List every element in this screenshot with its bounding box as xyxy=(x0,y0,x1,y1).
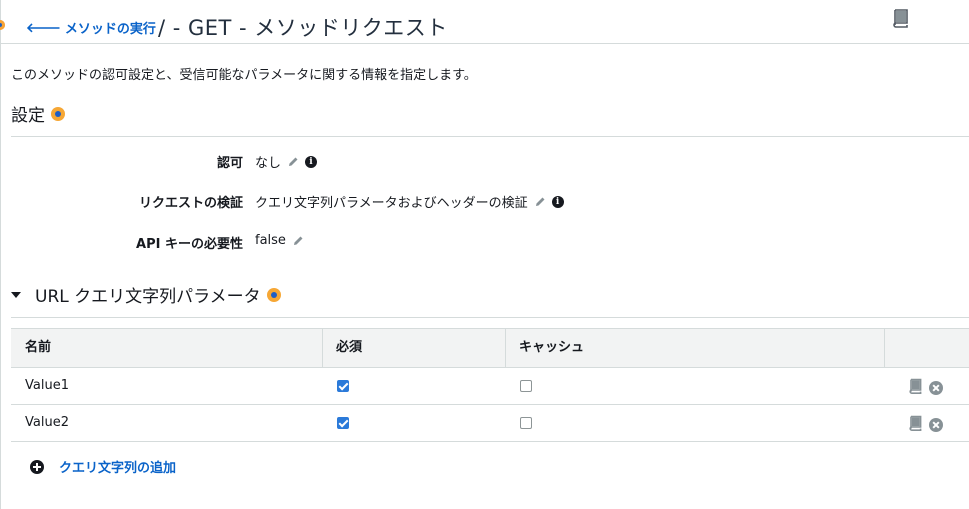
table-row: Value1 xyxy=(11,368,969,405)
plus-circle-icon xyxy=(30,459,44,474)
param-name: Value2 xyxy=(25,415,69,430)
add-query-string-button[interactable]: クエリ文字列の追加 xyxy=(30,457,176,476)
back-to-method-execution-link[interactable]: 🡐 メソッドの実行 xyxy=(26,18,156,38)
api-key-required-value: false xyxy=(255,233,286,248)
divider xyxy=(11,317,969,318)
authorization-value: なし xyxy=(255,156,282,171)
setting-label: リクエストの検証 xyxy=(138,196,243,211)
column-header-cache: キャッシュ xyxy=(519,340,585,355)
divider xyxy=(11,136,969,137)
back-link-label: メソッドの実行 xyxy=(64,22,156,37)
cache-checkbox[interactable] xyxy=(520,417,532,429)
close-circle-icon[interactable] xyxy=(929,381,943,395)
settings-heading: 設定 xyxy=(11,101,65,126)
table-row: Value2 xyxy=(11,405,969,442)
page-title: / - GET - メソッドリクエスト xyxy=(158,16,448,40)
url-query-params-heading-text: URL クエリ文字列パラメータ xyxy=(35,287,261,307)
column-divider xyxy=(322,329,323,367)
caret-down-icon[interactable] xyxy=(11,291,21,298)
book-icon[interactable] xyxy=(907,378,923,398)
book-icon[interactable] xyxy=(907,415,923,435)
query-params-table: 名前 必須 キャッシュ Value1 Value2 xyxy=(11,328,969,442)
row-actions xyxy=(907,378,943,398)
column-divider xyxy=(505,329,506,367)
column-header-required: 必須 xyxy=(336,340,363,355)
add-query-string-label: クエリ文字列の追加 xyxy=(59,461,177,476)
info-dot-icon[interactable] xyxy=(51,106,65,121)
required-checkbox[interactable] xyxy=(337,380,349,392)
request-validation-value: クエリ文字列パラメータおよびヘッダーの検証 xyxy=(255,196,528,211)
book-icon[interactable] xyxy=(890,8,910,32)
left-border xyxy=(0,0,1,509)
pencil-icon[interactable] xyxy=(534,196,546,208)
setting-row-authorization: 認可 なし i xyxy=(0,152,969,172)
setting-row-request-validation: リクエストの検証 クエリ文字列パラメータおよびヘッダーの検証 i xyxy=(0,192,969,212)
pencil-icon[interactable] xyxy=(287,156,299,168)
info-icon[interactable]: i xyxy=(551,195,564,208)
page-header: 🡐 メソッドの実行 / - GET - メソッドリクエスト xyxy=(0,0,969,44)
param-name: Value1 xyxy=(25,378,69,393)
setting-value: なし i xyxy=(255,152,318,171)
row-actions xyxy=(907,415,943,435)
info-dot-icon[interactable] xyxy=(266,287,281,302)
setting-row-api-key-required: API キーの必要性 false xyxy=(0,233,969,253)
method-description: このメソッドの認可設定と、受信可能なパラメータに関する情報を指定します。 xyxy=(11,68,477,83)
setting-label: 認可 xyxy=(216,156,243,171)
info-icon[interactable]: i xyxy=(305,155,318,168)
url-query-params-heading[interactable]: URL クエリ文字列パラメータ xyxy=(11,282,281,307)
setting-label: API キーの必要性 xyxy=(136,237,243,252)
setting-value: false xyxy=(255,233,304,248)
required-checkbox[interactable] xyxy=(337,417,349,429)
cache-checkbox[interactable] xyxy=(520,380,532,392)
close-circle-icon[interactable] xyxy=(929,418,943,432)
arrow-left-icon: 🡐 xyxy=(26,20,61,36)
column-divider xyxy=(884,329,885,367)
column-header-name: 名前 xyxy=(25,340,52,355)
setting-value: クエリ文字列パラメータおよびヘッダーの検証 i xyxy=(255,192,564,211)
table-header: 名前 必須 キャッシュ xyxy=(11,328,969,368)
settings-heading-text: 設定 xyxy=(11,106,45,126)
pencil-icon[interactable] xyxy=(292,235,304,247)
